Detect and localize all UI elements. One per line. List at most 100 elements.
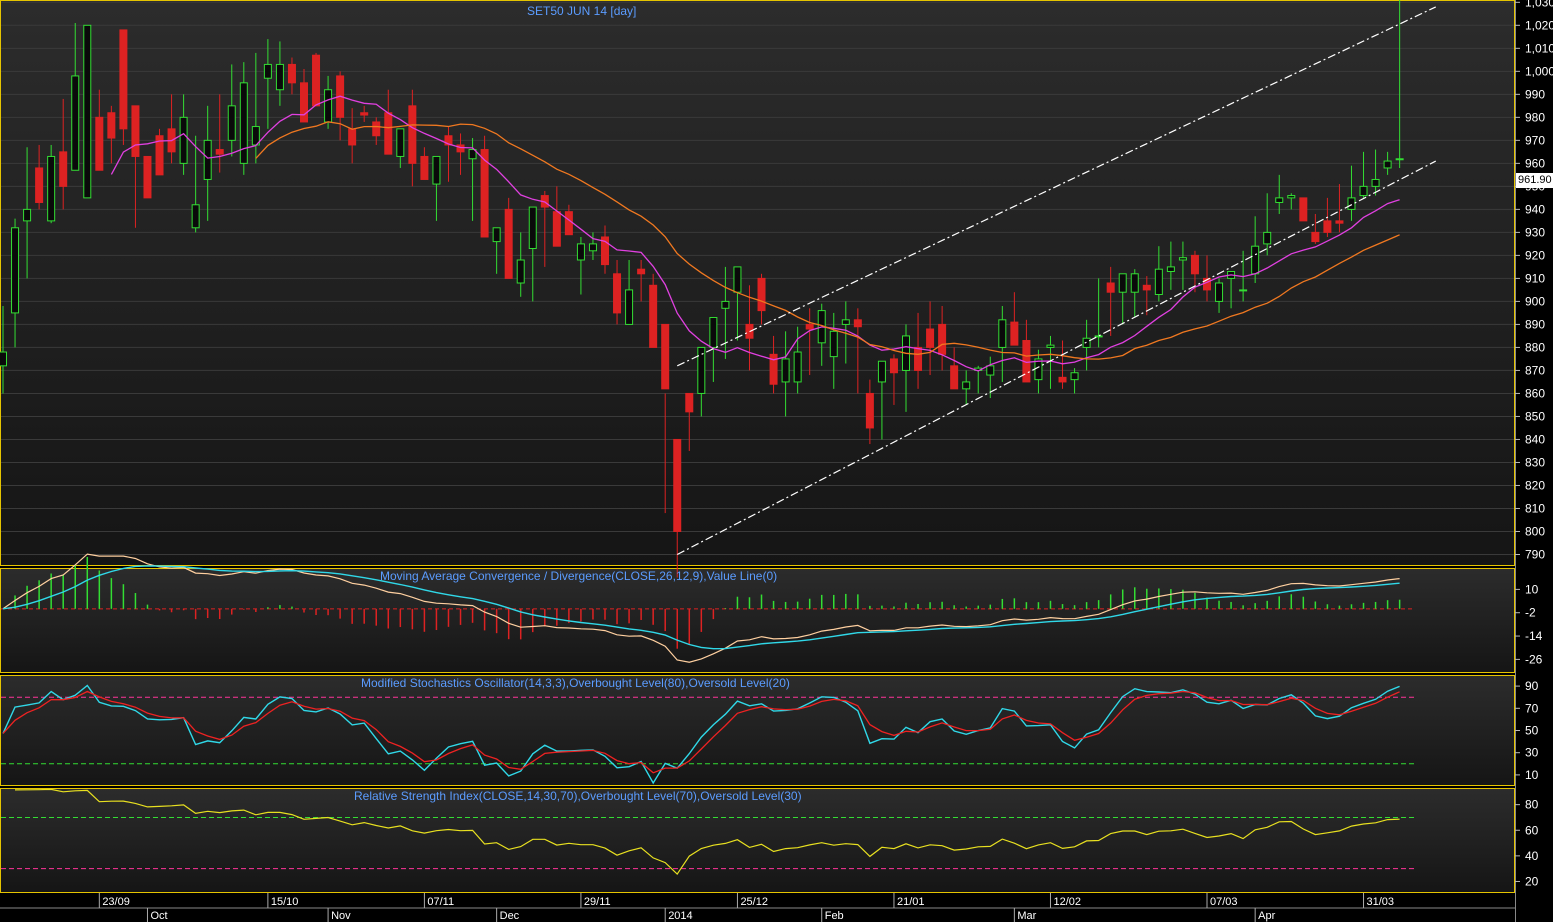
candle-up bbox=[1154, 268, 1163, 296]
candle-down bbox=[1311, 231, 1320, 243]
x-month-label: Dec bbox=[500, 910, 520, 922]
candle-down bbox=[1142, 284, 1151, 291]
y-tick-label: -26 bbox=[1525, 652, 1543, 666]
candle-up bbox=[516, 259, 525, 284]
candle-up bbox=[697, 346, 706, 394]
y-tick-label: 930 bbox=[1525, 225, 1545, 239]
candle-down bbox=[889, 358, 898, 374]
candle-up bbox=[1395, 158, 1404, 161]
candle-up bbox=[1166, 266, 1175, 272]
last-price-label: 961.90 bbox=[1516, 173, 1553, 188]
y-tick-label: 990 bbox=[1525, 87, 1545, 101]
candle-down bbox=[1335, 220, 1344, 224]
candle-up bbox=[733, 266, 742, 293]
y-tick-label: 810 bbox=[1525, 501, 1545, 515]
candle-up bbox=[1275, 197, 1284, 203]
candle-up bbox=[203, 139, 212, 180]
y-tick-label: -14 bbox=[1525, 629, 1543, 643]
x-month-label: Apr bbox=[1258, 910, 1275, 922]
candle-down bbox=[504, 208, 513, 279]
candle-up bbox=[1251, 245, 1260, 275]
candle-up bbox=[1046, 344, 1055, 348]
x-month-label: 2014 bbox=[668, 910, 692, 922]
candle-down bbox=[348, 128, 357, 146]
candle-up bbox=[324, 89, 333, 123]
candle-down bbox=[1323, 220, 1332, 233]
y-tick-label: 890 bbox=[1525, 317, 1545, 331]
candle-up bbox=[239, 82, 248, 164]
candle-up bbox=[998, 319, 1007, 348]
candle-up bbox=[0, 351, 7, 367]
candle-down bbox=[914, 346, 923, 371]
y-tick-label: 840 bbox=[1525, 432, 1545, 446]
x-date-label: 25/12 bbox=[740, 896, 768, 908]
candle-down bbox=[938, 323, 947, 355]
y-tick-label: 880 bbox=[1525, 340, 1545, 354]
y-tick-label: 820 bbox=[1525, 478, 1545, 492]
y-tick-label: 60 bbox=[1525, 823, 1539, 837]
candle-up bbox=[492, 227, 501, 243]
candle-down bbox=[1190, 254, 1199, 275]
candle-up bbox=[275, 63, 284, 91]
candle-down bbox=[661, 323, 670, 390]
candle-up bbox=[625, 289, 634, 325]
candle-up bbox=[47, 155, 56, 222]
y-tick-label: 860 bbox=[1525, 386, 1545, 400]
candle-up bbox=[576, 243, 585, 261]
y-tick-label: 90 bbox=[1525, 679, 1539, 693]
y-tick-label: 40 bbox=[1525, 849, 1539, 863]
y-tick-label: -2 bbox=[1525, 606, 1536, 620]
candle-up bbox=[191, 204, 200, 229]
candle-down bbox=[372, 121, 381, 137]
x-date-label: 07/11 bbox=[427, 896, 454, 908]
candle-up bbox=[528, 206, 537, 249]
candle-down bbox=[685, 392, 694, 413]
y-tick-label: 10 bbox=[1525, 582, 1539, 596]
y-tick-label: 80 bbox=[1525, 798, 1539, 812]
candle-down bbox=[143, 155, 152, 199]
panel-background-3 bbox=[0, 788, 1515, 893]
x-date-label: 23/09 bbox=[102, 896, 130, 908]
candle-up bbox=[721, 300, 730, 309]
x-date-label: 12/02 bbox=[1053, 896, 1081, 908]
panel-background-2 bbox=[0, 675, 1515, 786]
candle-down bbox=[408, 105, 417, 164]
candle-down bbox=[35, 167, 44, 203]
y-tick-label: 970 bbox=[1525, 133, 1545, 147]
candle-down bbox=[637, 268, 646, 275]
candle-up bbox=[23, 208, 32, 222]
candle-up bbox=[1094, 335, 1103, 338]
x-month-label: Feb bbox=[825, 910, 844, 922]
candle-down bbox=[1106, 282, 1115, 293]
stochastic-panel-title: Modified Stochastics Oscillator(14,3,3),… bbox=[361, 676, 790, 690]
y-tick-label: 850 bbox=[1525, 409, 1545, 423]
candle-up bbox=[829, 330, 838, 358]
candle-down bbox=[287, 63, 296, 84]
candle-up bbox=[986, 365, 995, 376]
y-tick-label: 1,020 bbox=[1525, 18, 1553, 32]
rsi-panel-title: Relative Strength Index(CLOSE,14,30,70),… bbox=[354, 789, 802, 803]
candle-up bbox=[1215, 282, 1224, 302]
candle-down bbox=[300, 82, 308, 123]
y-tick-label: 10 bbox=[1525, 768, 1539, 782]
candle-up bbox=[227, 105, 236, 141]
candle-down bbox=[926, 328, 935, 348]
candle-down bbox=[456, 144, 465, 153]
candle-up bbox=[793, 351, 802, 383]
y-tick-label: 980 bbox=[1525, 110, 1545, 124]
candle-up bbox=[179, 116, 188, 164]
candle-down bbox=[119, 29, 128, 130]
candle-down bbox=[613, 273, 622, 314]
x-date-label: 29/11 bbox=[584, 896, 611, 908]
y-tick-label: 900 bbox=[1525, 294, 1545, 308]
candle-up bbox=[1383, 160, 1392, 169]
candle-down bbox=[312, 54, 321, 107]
y-tick-label: 910 bbox=[1525, 271, 1545, 285]
y-tick-label: 1,030 bbox=[1525, 0, 1553, 9]
candle-down bbox=[384, 112, 393, 155]
y-tick-label: 30 bbox=[1525, 746, 1539, 760]
candle-down bbox=[59, 151, 68, 187]
x-date-label: 07/03 bbox=[1210, 896, 1238, 908]
y-tick-label: 70 bbox=[1525, 701, 1539, 715]
candle-up bbox=[1371, 178, 1380, 187]
